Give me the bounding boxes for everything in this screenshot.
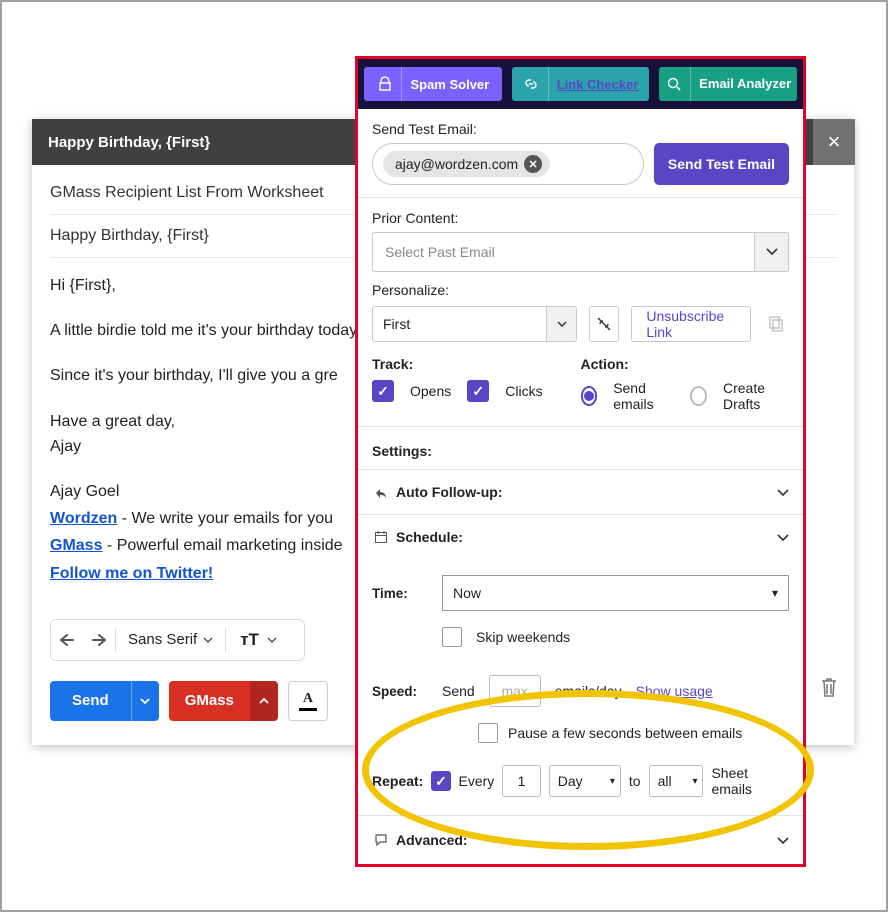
font-select[interactable]: Sans Serif	[124, 631, 217, 648]
gmass-link[interactable]: GMass	[50, 537, 102, 554]
tab-link-checker[interactable]: Link Checker	[512, 67, 650, 101]
repeat-checkbox[interactable]: ✓	[431, 771, 450, 791]
wordzen-link[interactable]: Wordzen	[50, 510, 117, 527]
link-icon	[515, 67, 549, 101]
remove-chip-icon[interactable]: ✕	[524, 155, 542, 173]
tab-email-analyzer[interactable]: Email Analyzer	[659, 67, 797, 101]
compose-title: Happy Birthday, {First}	[48, 134, 210, 151]
repeat-scope-select[interactable]: all	[649, 765, 704, 797]
tab-spam-solver[interactable]: Spam Solver	[364, 67, 502, 101]
email-chip[interactable]: ajay@wordzen.com ✕	[383, 151, 550, 177]
reply-icon	[374, 485, 388, 499]
gmass-button[interactable]: GMass	[169, 681, 250, 721]
create-drafts-radio[interactable]	[690, 386, 707, 406]
unsubscribe-link-button[interactable]: Unsubscribe Link	[631, 306, 751, 342]
skip-weekends-checkbox[interactable]	[442, 627, 462, 647]
gmass-dropdown[interactable]	[250, 681, 278, 721]
chevron-down-icon[interactable]	[755, 232, 789, 272]
undo-icon[interactable]	[59, 632, 79, 648]
send-test-button[interactable]: Send Test Email	[654, 143, 789, 185]
personalize-label: Personalize:	[372, 282, 789, 298]
lock-icon	[368, 67, 402, 101]
show-usage-link[interactable]: Show usage	[636, 683, 713, 699]
settings-heading: Settings:	[358, 427, 803, 470]
personalize-select[interactable]: First	[372, 306, 547, 342]
gmass-settings-panel: Spam Solver Link Checker Email Analyzer …	[355, 56, 806, 867]
opens-checkbox[interactable]: ✓	[372, 380, 394, 402]
copy-icon[interactable]	[763, 314, 789, 335]
text-size-button[interactable]: тT	[234, 630, 259, 650]
auto-followup-accordion[interactable]: Auto Follow-up:	[358, 470, 803, 515]
chevron-down-icon[interactable]	[267, 637, 277, 643]
send-test-label: Send Test Email:	[372, 121, 789, 137]
action-title: Action:	[581, 356, 790, 372]
text-color-button[interactable]: A	[288, 681, 328, 721]
close-icon[interactable]: ×	[813, 119, 855, 165]
repeat-count-input[interactable]: 1	[502, 765, 540, 797]
schedule-body: Time: Now Skip weekends Speed: Send max …	[358, 559, 803, 816]
repeat-unit-select[interactable]: Day	[549, 765, 621, 797]
send-button[interactable]: Send	[50, 681, 131, 721]
chevron-down-icon	[777, 484, 789, 500]
prior-content-select[interactable]: Select Past Email	[372, 232, 789, 272]
twitter-link[interactable]: Follow me on Twitter!	[50, 565, 213, 582]
test-email-input[interactable]: ajay@wordzen.com ✕	[372, 143, 644, 185]
trash-icon[interactable]	[819, 676, 839, 701]
repeat-label: Repeat:	[372, 773, 423, 789]
pause-checkbox[interactable]	[478, 723, 498, 743]
time-select[interactable]: Now	[442, 575, 789, 611]
comment-icon	[374, 833, 388, 847]
send-emails-radio[interactable]	[581, 386, 598, 406]
chevron-down-icon	[777, 529, 789, 545]
send-dropdown[interactable]	[131, 681, 159, 721]
time-label: Time:	[372, 586, 428, 601]
track-title: Track:	[372, 356, 581, 372]
speed-label: Speed:	[372, 684, 428, 699]
unlink-icon[interactable]	[589, 306, 619, 342]
advanced-accordion[interactable]: Advanced:	[358, 816, 803, 864]
chevron-down-icon	[777, 832, 789, 848]
format-toolbar: Sans Serif тT	[50, 619, 305, 661]
chevron-down-icon[interactable]	[547, 306, 577, 342]
schedule-accordion[interactable]: Schedule:	[358, 515, 803, 559]
prior-content-label: Prior Content:	[372, 210, 789, 226]
magnifier-icon	[657, 67, 691, 101]
panel-tabs: Spam Solver Link Checker Email Analyzer	[358, 59, 803, 109]
clicks-checkbox[interactable]: ✓	[467, 380, 489, 402]
speed-input[interactable]: max	[489, 675, 541, 707]
redo-icon[interactable]	[87, 632, 107, 648]
calendar-icon	[374, 530, 388, 544]
